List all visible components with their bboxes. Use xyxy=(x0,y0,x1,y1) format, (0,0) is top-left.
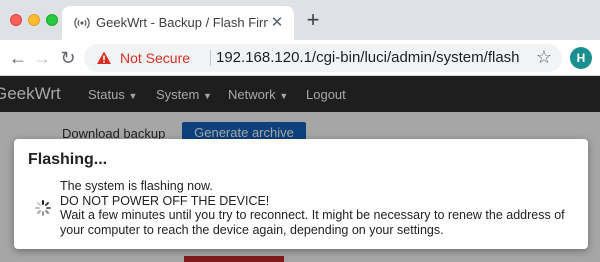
close-window-button[interactable] xyxy=(10,14,22,26)
browser-tab[interactable]: GeekWrt - Backup / Flash Firmware ✕ xyxy=(62,6,294,40)
address-bar[interactable]: Not Secure 192.168.120.1/cgi-bin/luci/ad… xyxy=(84,44,562,72)
reload-icon[interactable]: ↻ xyxy=(56,46,80,70)
url-text[interactable]: 192.168.120.1/cgi-bin/luci/admin/system/… xyxy=(216,49,520,66)
star-icon[interactable]: ☆ xyxy=(536,47,552,68)
maximize-window-button[interactable] xyxy=(46,14,58,26)
tab-title: GeekWrt - Backup / Flash Firmware xyxy=(96,15,268,30)
flashing-modal: Flashing... The system is flashing now. … xyxy=(14,139,588,249)
back-arrow-icon[interactable]: ← xyxy=(6,46,30,70)
new-tab-button[interactable]: + xyxy=(302,9,324,31)
modal-line: The system is flashing now. xyxy=(60,179,213,193)
warning-triangle-icon[interactable] xyxy=(96,50,112,66)
forward-arrow-icon[interactable]: → xyxy=(30,46,54,70)
modal-line: your computer to reach the device again,… xyxy=(60,222,444,237)
broadcast-icon xyxy=(74,15,90,31)
browser-toolbar: ← → ↻ Not Secure 192.168.120.1/cgi-bin/l… xyxy=(0,40,600,76)
modal-title: Flashing... xyxy=(28,151,108,168)
minimize-window-button[interactable] xyxy=(28,14,40,26)
spinner-icon xyxy=(34,199,52,217)
modal-line: Wait a few minutes until you try to reco… xyxy=(60,208,565,222)
address-divider xyxy=(210,50,211,66)
modal-message: The system is flashing now. DO NOT POWER… xyxy=(60,179,582,237)
profile-avatar[interactable]: H xyxy=(570,47,592,69)
close-tab-icon[interactable]: ✕ xyxy=(268,14,286,32)
tab-strip: GeekWrt - Backup / Flash Firmware ✕ + xyxy=(0,0,600,40)
security-indicator[interactable]: Not Secure xyxy=(120,50,190,66)
modal-line: DO NOT POWER OFF THE DEVICE! xyxy=(60,193,270,208)
